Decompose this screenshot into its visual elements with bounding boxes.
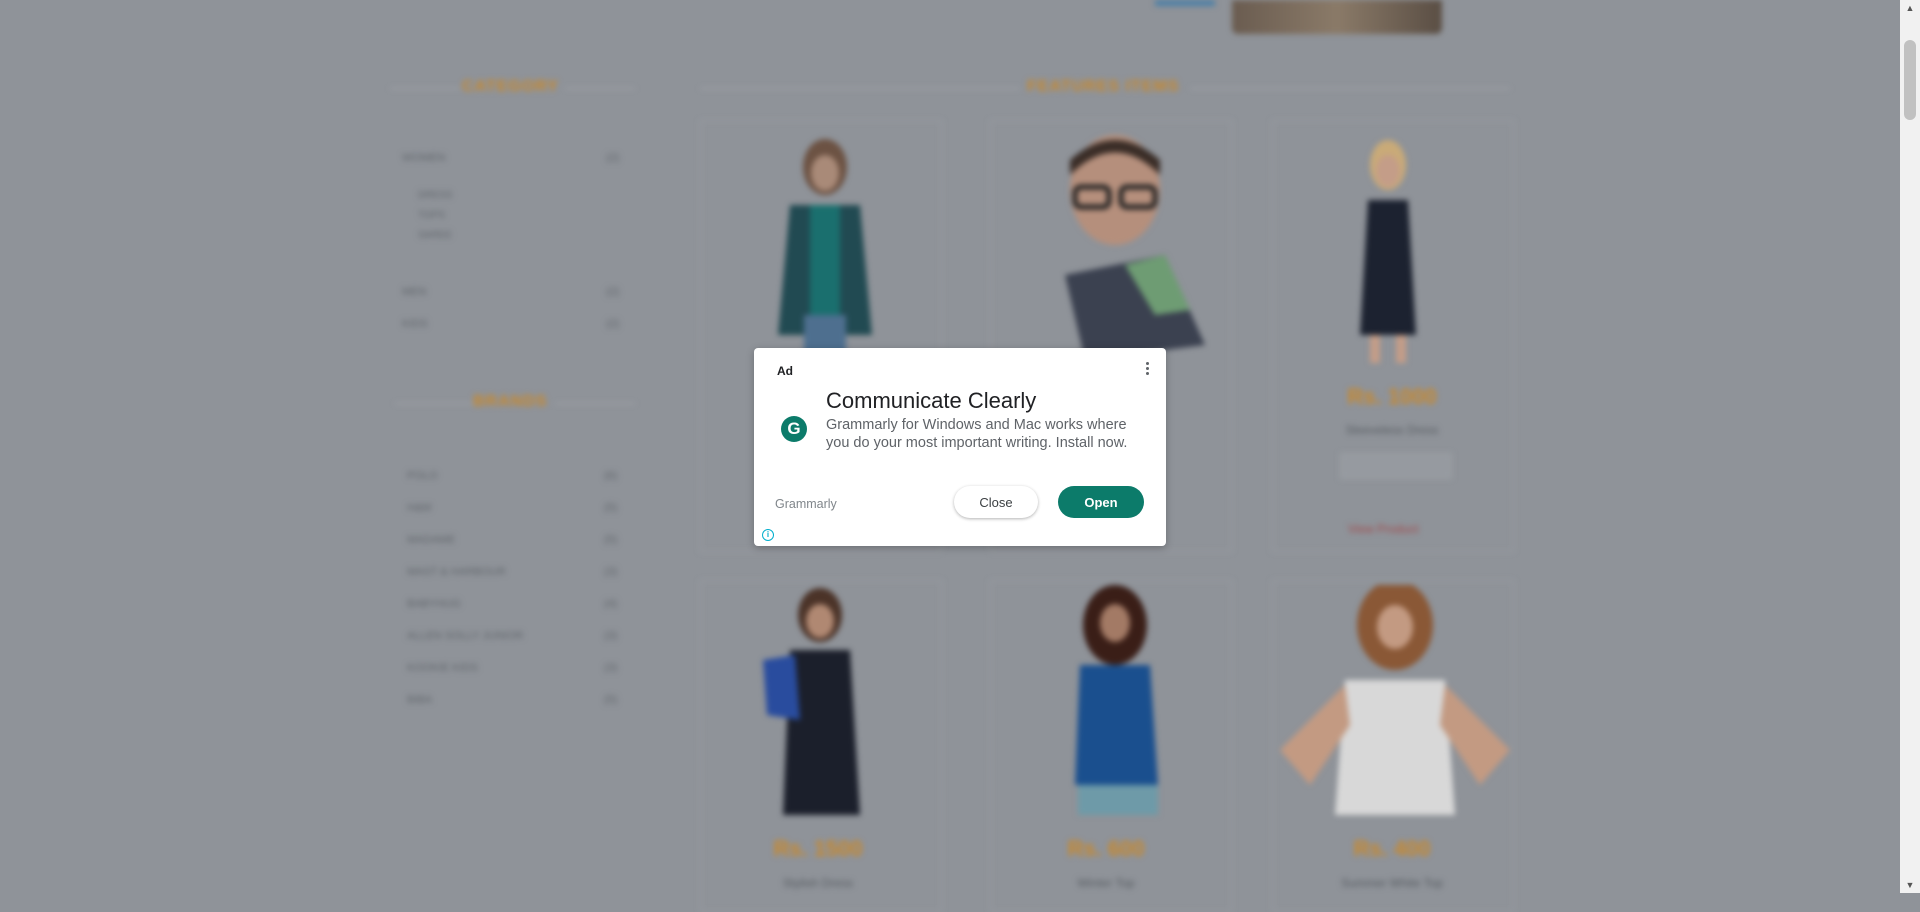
view-product-link[interactable]: View Product [1348,522,1418,536]
featured-title: FEATURES ITEMS [1027,78,1180,95]
product-name: Stylish Dress [782,876,853,890]
divider [1190,88,1510,89]
brand-item[interactable]: ALLEN SOLLY JUNIOR [407,630,523,642]
ad-advertiser[interactable]: Grammarly [775,497,837,511]
scroll-thumb[interactable] [1904,40,1916,120]
product-name: Summer White Top [1341,876,1443,890]
brand-count: (5) [604,694,618,706]
brand-item[interactable]: MAST & HARBOUR [407,566,506,578]
category-subitem[interactable]: SAREE [418,230,452,241]
ad-dialog: Ad G Communicate Clearly Grammarly for W… [754,348,1166,546]
product-image-man-glasses [1065,135,1205,360]
category-item[interactable]: KIDS [402,318,428,330]
brand-item[interactable]: H&M [407,502,431,514]
divider [555,403,635,404]
category-count: (2) [606,152,620,164]
category-subitem[interactable]: TOPS [418,210,445,221]
brand-item[interactable]: MADAME [407,534,455,546]
more-options-icon[interactable] [1142,360,1152,380]
ad-title[interactable]: Communicate Clearly [826,388,1036,414]
category-item[interactable]: WOMEN [402,152,445,164]
brands-title: BRANDS [473,393,548,410]
header-banner-image [1232,0,1442,34]
close-button[interactable]: Close [954,486,1038,518]
brand-count: (3) [604,662,618,674]
ad-info-icon[interactable]: i [762,529,774,541]
scroll-down-arrow-icon[interactable]: ▼ [1900,877,1920,893]
brand-count: (3) [604,630,618,642]
brand-count: (6) [604,470,618,482]
product-price: Rs. 400 [1353,836,1431,861]
category-item[interactable]: MEN [402,286,426,298]
product-price: Rs. 600 [1067,836,1145,861]
divider [390,88,460,89]
category-count: (2) [606,286,620,298]
ad-label: Ad [777,364,793,378]
product-name: Sleeveless Dress [1345,423,1439,437]
brand-item[interactable]: BIBA [407,694,432,706]
category-subitem[interactable]: DRESS [418,190,452,201]
divider [395,403,475,404]
product-image-summer-white-top [1280,585,1510,815]
product-name: Winter Top [1077,876,1135,890]
product-price: Rs. 1000 [1347,384,1437,409]
add-to-cart-button[interactable] [1340,453,1452,479]
brand-count: (5) [604,502,618,514]
category-count: (2) [606,318,620,330]
divider [700,88,1020,89]
brand-item[interactable]: KOOKIE KIDS [407,662,478,674]
category-title: CATEGORY [462,78,559,95]
product-image-winter-top [1075,585,1158,815]
ad-description[interactable]: Grammarly for Windows and Mac works wher… [826,416,1136,452]
brand-item[interactable]: POLO [407,470,438,482]
scroll-up-arrow-icon[interactable]: ▲ [1900,0,1920,16]
product-image-stylish-dress [763,588,860,815]
header-banner-tag [1155,0,1215,6]
product-image-woman-cardigan [778,139,872,360]
divider [565,88,635,89]
brand-count: (5) [604,534,618,546]
brand-count: (4) [604,598,618,610]
brand-count: (3) [604,566,618,578]
product-image-black-dress [1360,140,1416,363]
brand-item[interactable]: BABYHUG [407,598,461,610]
open-button[interactable]: Open [1058,486,1144,518]
page-scrollbar[interactable]: ▲ ▼ [1900,0,1920,893]
product-price: Rs. 1500 [773,836,863,861]
grammarly-logo-icon[interactable]: G [781,416,807,442]
